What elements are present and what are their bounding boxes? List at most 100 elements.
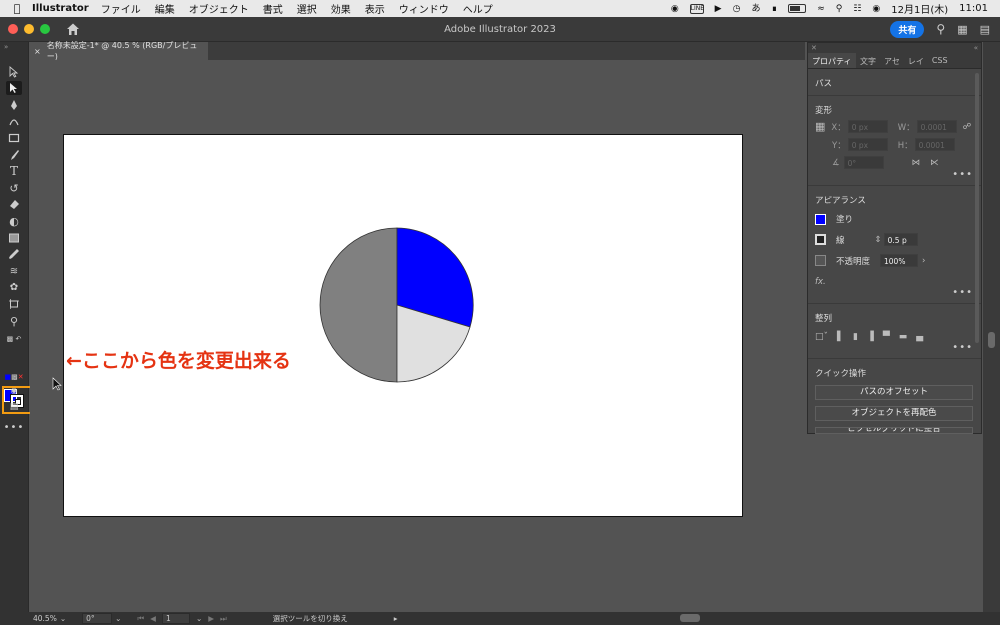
rotate-tool-icon[interactable]: ↺ [6,181,22,195]
bluetooth-icon[interactable]: ∎ [771,3,777,15]
clock-icon[interactable]: ◷ [733,3,741,15]
w-field[interactable]: 0.0001 [916,120,957,133]
pixel-grid-button[interactable]: ピクセルグリッドに整合 [815,427,973,434]
offset-path-button[interactable]: パスのオフセット [815,385,973,400]
zoom-field[interactable]: 40.5% [33,614,57,623]
screen-mode-icon[interactable]: ▤ [6,400,22,414]
menu-file[interactable]: ファイル [101,1,141,16]
transform-more-button[interactable]: ••• [815,170,973,180]
tab-properties[interactable]: プロパティ [808,53,856,68]
shape-builder-tool-icon[interactable]: ◐ [6,214,22,228]
first-artboard-icon[interactable]: ⏮ [137,614,144,624]
align-center-vertical-icon[interactable]: ▬ [899,332,908,342]
align-more-button[interactable]: ••• [815,343,973,353]
fx-button[interactable]: fx. [815,277,826,287]
play-icon[interactable]: ▶ [715,3,722,15]
draw-mode-icon[interactable]: ◉ [6,383,22,397]
fill-swatch-small[interactable] [815,213,826,225]
x-field[interactable]: 0 px [847,120,888,133]
eyedropper-tool-icon[interactable] [6,247,22,261]
artboard-dropdown-icon[interactable]: ⌄ [196,614,202,623]
tab-layers[interactable]: レイ [904,53,928,68]
fill-label[interactable]: 塗り [836,213,853,225]
appearance-more-button[interactable]: ••• [815,288,973,298]
blend-tool-icon[interactable]: ≋ [6,264,22,278]
symbol-sprayer-tool-icon[interactable]: ✿ [6,280,22,294]
close-tab-icon[interactable]: × [34,47,41,56]
menu-edit[interactable]: 編集 [155,1,175,16]
previous-artboard-icon[interactable]: ◀ [150,614,156,623]
tab-character[interactable]: 文字 [856,53,880,68]
document-tab[interactable]: × 名称未設定-1* @ 40.5 % (RGB/プレビュー) [30,41,208,61]
arrange-documents-icon[interactable]: ▤ [980,23,990,36]
app-menu[interactable]: Illustrator [32,3,89,14]
status-arrow-icon[interactable]: ▸ [394,614,398,623]
reference-point-icon[interactable]: ▦ [815,120,825,133]
artboard-tool-icon[interactable] [6,297,22,311]
type-tool-icon[interactable]: T [6,164,22,178]
home-icon[interactable] [66,22,82,36]
stroke-weight-field[interactable]: 0.5 p [883,233,918,246]
zoom-tool-icon[interactable]: ⚲ [6,314,22,328]
wifi-icon[interactable]: ≈ [817,3,825,15]
share-button[interactable]: 共有 [890,20,925,38]
opacity-label[interactable]: 不透明度 [836,255,870,267]
eraser-tool-icon[interactable] [6,197,22,211]
constrain-proportions-icon[interactable]: ☍ [963,122,972,132]
canvas-area[interactable] [30,60,805,612]
align-center-horizontal-icon[interactable]: ▮ [853,332,858,342]
close-window-button[interactable] [8,24,18,34]
minimize-window-button[interactable] [24,24,34,34]
tab-assets[interactable]: アセ [880,53,904,68]
selection-tool-icon[interactable] [6,65,22,79]
flip-vertical-icon[interactable]: ⋉ [930,158,939,168]
stroke-label[interactable]: 線 [836,234,845,246]
rotation-dropdown-icon[interactable]: ⌄ [115,614,121,623]
siri-icon[interactable]: ◉ [872,3,880,15]
control-center-icon[interactable]: ☷ [853,3,861,15]
tab-css[interactable]: CSS [928,53,952,68]
stroke-swatch-small[interactable] [815,234,826,245]
h-field[interactable]: 0.0001 [914,138,955,151]
last-artboard-icon[interactable]: ⏭ [220,614,227,624]
panel-collapse-icon[interactable]: « [974,43,978,53]
y-field[interactable]: 0 px [847,138,888,151]
stroke-stepper-icon[interactable]: ⇕ [875,235,882,245]
paintbrush-tool-icon[interactable] [6,148,22,162]
color-mode-icon[interactable]: ■ ▩ ✕ [4,370,23,384]
search-icon[interactable]: ⚲ [936,22,945,36]
line-icon[interactable]: LINE [689,3,704,14]
apple-icon[interactable]:  [6,2,28,15]
zoom-dropdown-icon[interactable]: ⌄ [60,614,66,623]
workspace-switcher-icon[interactable]: ▦ [957,23,967,36]
menu-type[interactable]: 書式 [263,1,283,16]
curvature-tool-icon[interactable] [6,114,22,128]
rotation-field[interactable]: 0° [82,613,113,624]
menu-effect[interactable]: 効果 [331,1,351,16]
pie-slice-gray[interactable] [319,227,398,383]
flip-horizontal-icon[interactable]: ⋈ [912,158,921,168]
align-left-icon[interactable]: ▌ [837,332,844,342]
vertical-scrollbar-thumb[interactable] [988,332,995,348]
creative-cloud-icon[interactable]: ◉ [671,3,679,15]
menu-object[interactable]: オブジェクト [189,1,249,16]
pen-tool-icon[interactable] [6,98,22,112]
next-artboard-icon[interactable]: ▶ [208,614,214,623]
menu-view[interactable]: 表示 [365,1,385,16]
recolor-artwork-button[interactable]: オブジェクトを再配色 [815,406,973,421]
artboard[interactable] [63,134,743,517]
direct-selection-tool-icon[interactable] [6,81,22,95]
collapse-toolbar-icon[interactable]: » [4,43,8,51]
horizontal-scrollbar-thumb[interactable] [680,614,700,622]
align-right-icon[interactable]: ▐ [867,332,874,342]
menu-window[interactable]: ウィンドウ [399,1,449,16]
gradient-tool-icon[interactable] [6,231,22,245]
angle-field[interactable]: 0° [843,156,884,169]
panel-close-icon[interactable]: ✕ [811,43,817,53]
menu-help[interactable]: ヘルプ [463,1,493,16]
edit-toolbar-icon[interactable]: ••• [4,420,24,434]
align-bottom-icon[interactable]: ▄ [916,332,923,342]
zoom-window-button[interactable] [40,24,50,34]
opacity-field[interactable]: 100% [880,254,919,267]
align-to-icon[interactable]: □ˇ [815,332,828,342]
